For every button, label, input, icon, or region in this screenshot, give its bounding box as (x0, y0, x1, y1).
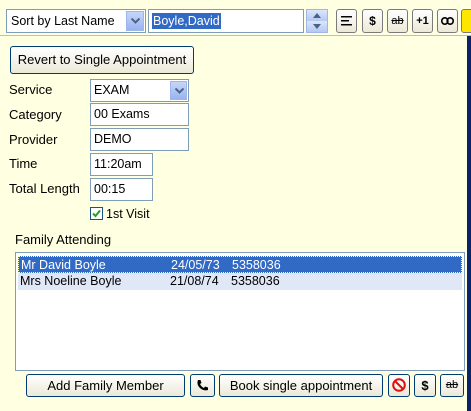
link-button[interactable] (437, 9, 458, 33)
note-button[interactable] (461, 9, 471, 33)
total-length-field[interactable]: 00:15 (90, 178, 153, 201)
book-single-appointment-button[interactable]: Book single appointment (219, 374, 383, 397)
revert-to-single-appointment-button[interactable]: Revert to Single Appointment (10, 46, 194, 74)
patient-spinner[interactable] (306, 9, 328, 33)
dollar-label: $ (369, 14, 376, 28)
sort-combo-value: Sort by Last Name (11, 14, 115, 28)
no-entry-icon (392, 378, 406, 392)
spin-down-icon[interactable] (307, 21, 327, 32)
sort-combo[interactable]: Sort by Last Name (6, 9, 146, 33)
spin-up-icon[interactable] (307, 10, 327, 21)
provider-field[interactable]: DEMO (90, 128, 189, 151)
list-item[interactable]: Mr David Boyle 24/05/73 5358036 (18, 256, 462, 273)
strikethrough-button[interactable]: ab (387, 9, 408, 33)
category-field[interactable]: 00 Exams (90, 103, 189, 126)
provider-label: Provider (9, 132, 58, 147)
family-list[interactable]: Mr David Boyle 24/05/73 5358036 Mrs Noel… (15, 252, 465, 371)
chevron-down-icon[interactable] (126, 11, 144, 31)
family-member-dob: 21/08/74 (170, 274, 219, 288)
first-visit-label: 1st Visit (106, 207, 150, 221)
time-field[interactable]: 11:20am (90, 153, 153, 176)
chain-link-icon (441, 17, 454, 26)
phone-icon (197, 380, 208, 391)
strikethrough-label: ab (391, 15, 404, 27)
strike-footer-label: ab (445, 379, 459, 391)
family-member-name: Mrs Noeline Boyle (20, 274, 122, 288)
plus-one-button[interactable]: +1 (412, 9, 433, 33)
family-member-dob: 24/05/73 (171, 258, 220, 272)
service-select[interactable]: EXAM (90, 79, 189, 102)
first-visit-checkbox[interactable] (90, 207, 103, 220)
family-member-id: 5358036 (232, 258, 281, 272)
service-value: EXAM (94, 83, 130, 97)
category-label: Category (9, 107, 62, 122)
checkmark-icon (92, 209, 101, 218)
strike-footer-button[interactable]: ab (440, 374, 464, 397)
chevron-down-icon[interactable] (170, 81, 187, 100)
patient-name-value: Boyle,David (152, 13, 221, 29)
cancel-button[interactable] (388, 374, 410, 397)
dollar-footer-button[interactable]: $ (414, 374, 436, 397)
patient-name-field[interactable]: Boyle,David (148, 9, 304, 33)
dollar-button[interactable]: $ (362, 9, 383, 33)
family-member-id: 5358036 (231, 274, 280, 288)
window-edge (467, 36, 471, 411)
list-item[interactable]: Mrs Noeline Boyle 21/08/74 5358036 (18, 273, 462, 290)
service-label: Service (9, 82, 53, 97)
toolbar-divider (0, 35, 471, 36)
plus-one-label: +1 (416, 15, 429, 27)
align-button[interactable] (336, 9, 357, 33)
total-length-label: Total Length (9, 181, 80, 196)
dollar-footer-label: $ (421, 378, 429, 393)
family-member-name: Mr David Boyle (21, 258, 106, 272)
add-family-member-button[interactable]: Add Family Member (26, 374, 185, 397)
time-label: Time (9, 156, 38, 171)
family-attending-heading: Family Attending (15, 232, 112, 247)
align-lines-icon (341, 16, 352, 26)
phone-button[interactable] (190, 374, 215, 397)
